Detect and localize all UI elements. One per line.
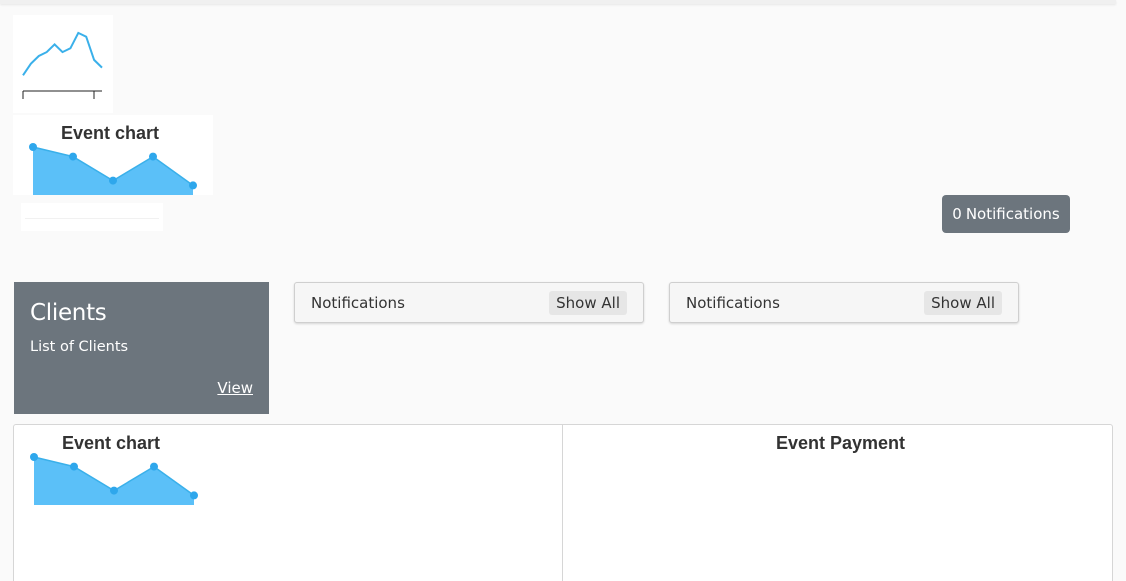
sparkline-series-line: [22, 31, 103, 76]
event-chart-top-point: [29, 143, 37, 151]
notifications-count: 0: [952, 205, 962, 223]
loading-track: [25, 218, 159, 219]
event-chart-bottom-point: [150, 462, 158, 471]
loading-placeholder: [21, 203, 163, 231]
panel-divider: [562, 425, 563, 581]
notifications-count-button[interactable]: 0 Notifications: [942, 195, 1070, 233]
clients-card-subtitle: List of Clients: [30, 339, 129, 355]
sparkline-chart-icon: [22, 31, 103, 99]
event-chart-top-point: [189, 181, 197, 190]
event-payment-title: Event Payment: [776, 433, 906, 453]
clients-card-title: Clients: [30, 300, 107, 326]
top-bar: [0, 0, 1116, 4]
event-chart-bottom-title: Event chart: [62, 433, 161, 453]
event-chart-bottom-area: [34, 457, 194, 505]
notifications-panel-2: Notifications Show All: [669, 282, 1019, 323]
notifications-button-label: Notifications: [965, 205, 1060, 223]
event-chart-bottom-point: [190, 491, 198, 500]
event-chart-top-point: [69, 152, 77, 161]
notifications-panel-label: Notifications: [311, 294, 405, 312]
sparkline-widget: [13, 15, 113, 113]
event-chart-bottom-point: [110, 486, 118, 495]
bottom-charts-panel: Event chart Event Payment: [13, 424, 1113, 581]
event-chart-top-title: Event chart: [61, 123, 160, 143]
event-chart-bottom-point: [30, 453, 38, 461]
notifications-panel-1: Notifications Show All: [294, 282, 644, 323]
event-chart-top-point: [149, 152, 157, 161]
event-chart-bottom-point: [70, 462, 78, 471]
show-all-button[interactable]: Show All: [549, 291, 627, 315]
show-all-button[interactable]: Show All: [924, 291, 1002, 315]
clients-card: Clients List of Clients View: [14, 282, 269, 414]
event-chart-top: Event chart: [13, 115, 213, 195]
event-chart-top-area: [33, 147, 193, 195]
notifications-panel-label: Notifications: [686, 294, 780, 312]
clients-view-link[interactable]: View: [217, 379, 253, 397]
event-chart-top-point: [109, 176, 117, 185]
